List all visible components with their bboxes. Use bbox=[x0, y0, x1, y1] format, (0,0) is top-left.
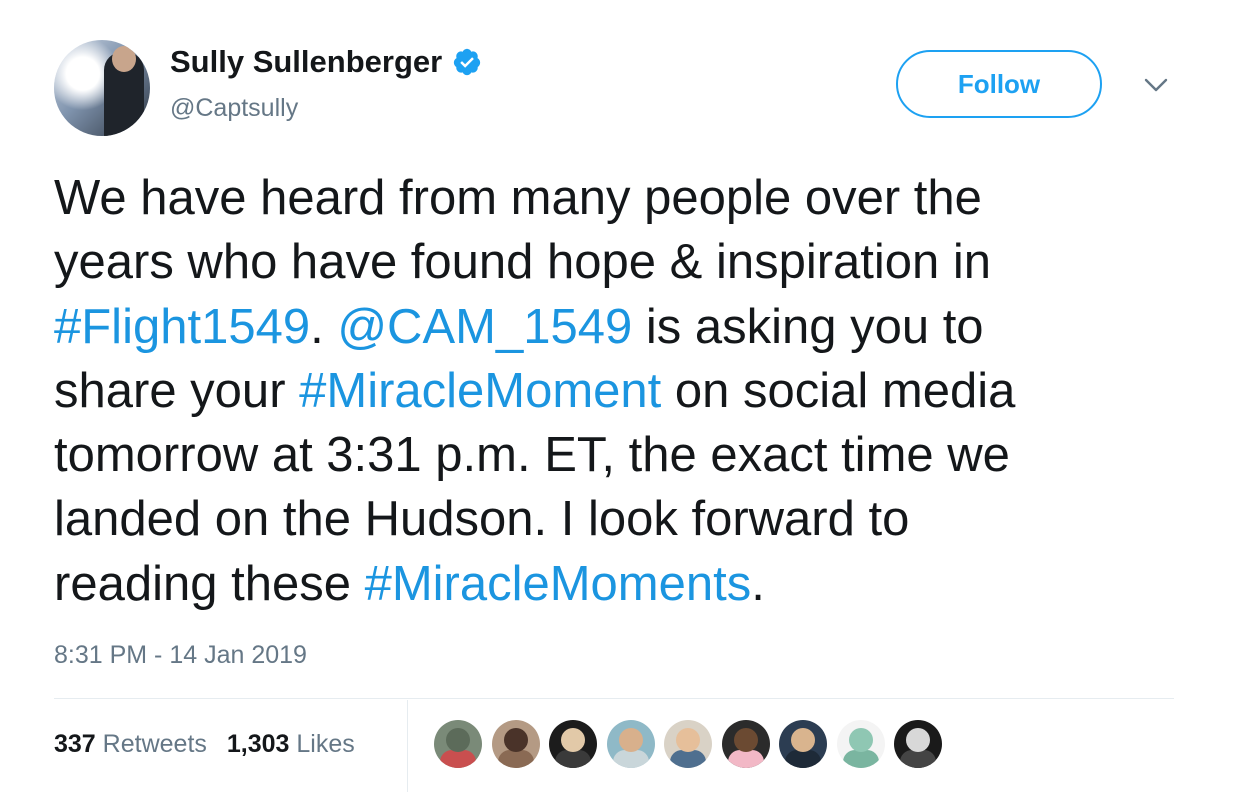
retweets-label: Retweets bbox=[102, 730, 207, 758]
liker-8-avatar[interactable] bbox=[836, 720, 885, 768]
tweet-text-segment: years who have found hope & inspiration … bbox=[54, 235, 992, 290]
author-name[interactable]: Sully Sullenberger bbox=[170, 44, 442, 80]
chevron-down-icon[interactable] bbox=[1143, 75, 1169, 95]
mention-link[interactable]: @CAM_1549 bbox=[337, 300, 632, 354]
stats-divider bbox=[54, 698, 1174, 699]
author-handle[interactable]: @Captsully bbox=[170, 94, 298, 123]
tweet-timestamp[interactable]: 8:31 PM - 14 Jan 2019 bbox=[54, 641, 307, 670]
tweet-line: share your #MiracleMoment on social medi… bbox=[54, 359, 1184, 423]
tweet-line: tomorrow at 3:31 p.m. ET, the exact time… bbox=[54, 423, 1184, 487]
tweet-stats: 337 Retweets 1,303 Likes bbox=[54, 730, 355, 759]
author-avatar[interactable] bbox=[54, 40, 150, 136]
follow-button[interactable]: Follow bbox=[896, 50, 1102, 118]
tweet-text: We have heard from many people over the y… bbox=[54, 166, 1184, 616]
author-name-row: Sully Sullenberger bbox=[170, 44, 482, 80]
liker-7-avatar[interactable] bbox=[779, 720, 827, 768]
hashtag-link[interactable]: #MiracleMoment bbox=[299, 364, 661, 418]
liker-3-avatar[interactable] bbox=[549, 720, 597, 768]
liker-1-avatar[interactable] bbox=[434, 720, 482, 768]
likes-count: 1,303 bbox=[226, 730, 290, 758]
tweet-text-segment: landed on the Hudson. I look forward to bbox=[54, 492, 910, 547]
tweet-text-segment: is asking you to bbox=[632, 299, 984, 354]
hashtag-link[interactable]: #MiracleMoments bbox=[365, 557, 752, 611]
tweet-line: landed on the Hudson. I look forward to bbox=[54, 487, 1184, 551]
verified-badge-icon bbox=[454, 48, 481, 76]
retweets-stat[interactable]: 337 Retweets bbox=[54, 730, 207, 759]
liker-avatars bbox=[434, 720, 942, 768]
tweet-line: reading these #MiracleMoments. bbox=[54, 552, 1184, 616]
liker-2-avatar[interactable] bbox=[491, 720, 540, 768]
tweet-text-segment: . bbox=[310, 299, 338, 354]
tweet-text-segment: . bbox=[751, 556, 765, 611]
tweet-line: We have heard from many people over the bbox=[54, 166, 1184, 230]
tweet-text-segment: share your bbox=[54, 363, 300, 418]
tweet-text-segment: We have heard from many people over the bbox=[54, 171, 982, 225]
liker-6-avatar[interactable] bbox=[721, 720, 770, 768]
tweet-text-segment: tomorrow at 3:31 p.m. ET, the exact time… bbox=[54, 428, 1010, 483]
liker-9-avatar[interactable] bbox=[894, 720, 942, 768]
stats-vertical-divider bbox=[407, 700, 408, 792]
tweet-text-segment: reading these bbox=[54, 556, 365, 611]
liker-4-avatar[interactable] bbox=[606, 720, 655, 768]
likes-label: Likes bbox=[296, 730, 355, 758]
likes-stat[interactable]: 1,303 Likes bbox=[227, 730, 355, 759]
tweet-text-segment: on social media bbox=[661, 363, 1016, 418]
hashtag-link[interactable]: #Flight1549 bbox=[54, 300, 310, 354]
retweets-count: 337 bbox=[54, 730, 96, 758]
liker-5-avatar[interactable] bbox=[664, 720, 712, 768]
tweet-line: years who have found hope & inspiration … bbox=[54, 230, 1184, 294]
tweet-line: #Flight1549. @CAM_1549 is asking you to bbox=[54, 295, 1184, 359]
